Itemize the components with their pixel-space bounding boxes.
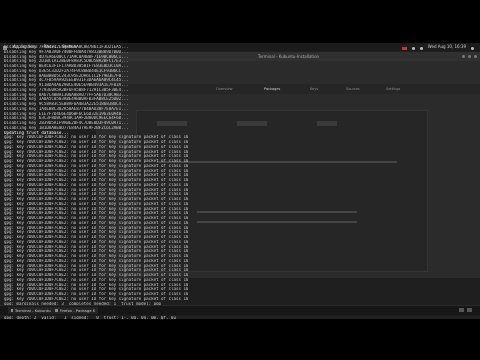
terminal-window[interactable]: Disabling key 7F4A4712E89F0C6A0C8B7B611F…: [0, 43, 188, 330]
terminal-icon: [11, 309, 13, 312]
panel-clock[interactable]: Wed Aug 10, 16:39: [428, 43, 466, 51]
task-browser[interactable]: Firefox - Package Keys: [52, 307, 98, 314]
terminal-output: Disabling key 7F4A4712E89F0C6A0C8B7B611F…: [4, 45, 188, 330]
close-icon[interactable]: [474, 55, 477, 58]
task-terminal[interactable]: Terminal - Kubuntu-Installation: [8, 307, 54, 314]
workspace-icon[interactable]: [459, 308, 464, 312]
divider: [157, 161, 397, 163]
tab-settings[interactable]: Settings: [386, 87, 400, 91]
keyboard-layout-icon[interactable]: [401, 46, 407, 50]
minimize-icon[interactable]: [462, 55, 465, 58]
letterbox-top: [0, 0, 480, 43]
browser-title: Terminal - Kubuntu-Installation: [257, 54, 320, 59]
tab-overview[interactable]: Overview: [216, 87, 232, 91]
power-icon[interactable]: [471, 46, 474, 50]
tab-keys[interactable]: Keys: [310, 87, 318, 91]
taskbar-tray: [459, 308, 472, 312]
tab-sources[interactable]: Sources: [346, 87, 360, 91]
letterbox-bottom: [0, 319, 480, 360]
desktop: Applications Places System Wed Aug 10, 1…: [0, 43, 480, 330]
divider: [197, 211, 357, 213]
taskbar: Terminal - Kubuntu-Installation Firefox …: [0, 305, 480, 315]
volume-icon[interactable]: [419, 46, 423, 50]
task-terminal-label: Terminal - Kubuntu-Installation: [14, 308, 51, 313]
task-browser-label: Firefox - Package Keys: [59, 308, 95, 313]
form-field[interactable]: [317, 121, 337, 126]
form-field[interactable]: [237, 121, 267, 126]
browser-icon: [55, 309, 58, 312]
tab-packages[interactable]: Packages: [264, 87, 280, 91]
maximize-icon[interactable]: [468, 55, 471, 58]
divider: [197, 221, 357, 223]
trash-icon[interactable]: [467, 308, 472, 312]
network-icon[interactable]: [411, 46, 415, 50]
